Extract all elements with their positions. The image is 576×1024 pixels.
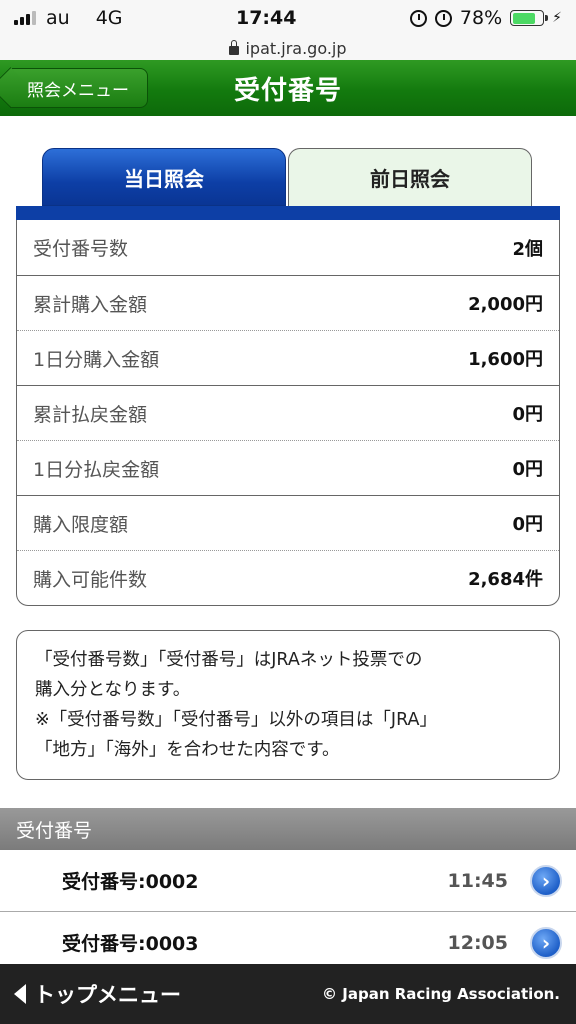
status-bar: au 4G 17:44 78% ⚡ [0,0,576,36]
page-title: 受付番号 [233,75,342,106]
note-line: 「受付番号数」「受付番号」はJRAネット投票での [35,650,423,670]
summary-row: 1日分購入金額 1,600円 [17,330,559,385]
receipt-number: 受付番号:0002 [62,871,199,893]
url-text: ipat.jra.go.jp [245,38,347,58]
chevron-right-icon[interactable]: › [530,926,562,959]
summary-label: 購入可能件数 [33,568,148,591]
rotation-lock-icon [409,9,427,27]
receipt-time: 11:45 [447,869,508,892]
tab-previous-day[interactable]: 前日照会 [288,148,532,206]
top-menu-link[interactable]: トップメニュー [14,979,181,1009]
summary-row: 購入限度額 0円 [17,495,559,550]
section-header: 受付番号 [0,808,576,850]
receipt-number: 受付番号:0003 [62,933,199,955]
triangle-left-icon [14,984,26,1004]
summary-label: 購入限度額 [33,513,129,536]
back-button-label: 照会メニュー [27,80,129,101]
back-to-inquiry-menu-button[interactable]: 照会メニュー [10,68,148,108]
tab-bar: 当日照会 前日照会 [0,130,576,220]
note-line: 「地方」「海外」を合わせた内容です。 [35,740,340,760]
receipt-list-item[interactable]: 受付番号:0002 11:45 › [0,850,576,912]
summary-label: 累計購入金額 [33,293,148,316]
status-right: 78% ⚡ [409,7,562,29]
clock: 17:44 [235,7,297,29]
battery-icon [510,10,549,26]
summary-row: 1日分払戻金額 0円 [17,440,559,495]
carrier-label: au [46,7,70,29]
summary-row: 累計払戻金額 0円 [17,385,559,440]
url-bar[interactable]: ipat.jra.go.jp [0,36,576,60]
summary-value: 2,000円 [468,294,543,315]
network-label: 4G [95,7,123,29]
footer-bar: トップメニュー © Japan Racing Association. [0,964,576,1024]
summary-label: 累計払戻金額 [33,403,148,426]
copyright-text: © Japan Racing Association. [322,985,560,1003]
summary-label: 1日分購入金額 [33,348,160,371]
note-line: 購入分となります。 [35,680,191,700]
tab-underline [16,206,560,220]
info-note: 「受付番号数」「受付番号」はJRAネット投票での 購入分となります。 ※「受付番… [16,630,560,780]
summary-label: 1日分払戻金額 [33,458,160,481]
charging-icon: ⚡ [552,10,562,26]
summary-value: 1,600円 [468,349,543,370]
battery-percent: 78% [459,7,503,29]
status-left: au 4G [14,7,123,29]
summary-value: 0円 [512,514,543,535]
alarm-icon [434,9,452,27]
summary-row: 受付番号数 2個 [17,220,559,275]
lock-icon [229,39,240,55]
summary-value: 2,684件 [468,569,543,590]
summary-value: 0円 [512,459,543,480]
summary-value: 2個 [512,238,543,260]
page-header: 照会メニュー 受付番号 [0,60,576,116]
signal-icon [14,11,36,25]
summary-value: 0円 [512,404,543,425]
tab-today[interactable]: 当日照会 [42,148,286,206]
top-menu-label: トップメニュー [34,983,181,1007]
summary-table: 受付番号数 2個 累計購入金額 2,000円 1日分購入金額 1,600円 累計… [16,220,560,606]
note-line: ※「受付番号数」「受付番号」以外の項目は「JRA」 [35,710,437,730]
chevron-right-icon[interactable]: › [530,864,562,897]
summary-row: 累計購入金額 2,000円 [17,275,559,330]
receipt-time: 12:05 [447,931,508,954]
summary-row: 購入可能件数 2,684件 [17,550,559,605]
summary-label: 受付番号数 [33,238,129,260]
